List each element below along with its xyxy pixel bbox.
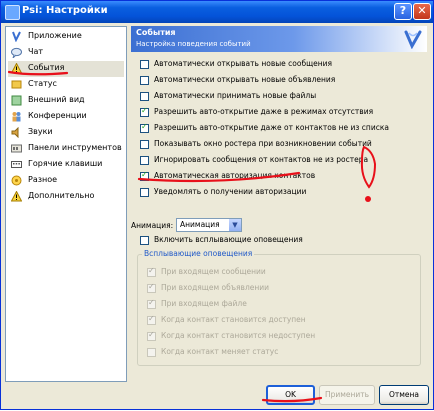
sidebar-item-appearance[interactable]: Внешний вид <box>8 93 124 109</box>
chevron-down-icon[interactable]: ▼ <box>229 219 241 231</box>
settings-window: Psi: Настройки ? ✕ Приложение Чат Событи… <box>0 0 434 410</box>
popup-option-label: При входящем файле <box>161 299 247 308</box>
sidebar-item-conferences[interactable]: Конференции <box>8 109 124 125</box>
sidebar-item-label: Разное <box>28 175 58 184</box>
psi-logo-icon <box>404 30 422 49</box>
popup-option-label: При входящем объявлении <box>161 283 270 292</box>
sidebar-item-status[interactable]: Статус <box>8 77 124 93</box>
popup-enable-label: Включить всплывающие оповещения <box>154 235 303 244</box>
conference-icon <box>12 112 21 122</box>
sidebar-item-label: Горячие клавиши <box>28 159 103 168</box>
popup-option-checkbox[interactable] <box>147 282 156 293</box>
option-checkbox[interactable] <box>140 156 149 165</box>
ok-button[interactable]: OK <box>266 385 315 405</box>
popup-group-title: Всплывающие оповещения <box>142 249 255 258</box>
sidebar-item-label: Звуки <box>28 127 53 136</box>
animation-select[interactable]: Анимация ▼ <box>176 218 242 232</box>
status-icon <box>11 80 22 89</box>
animation-label: Анимация: <box>131 221 174 230</box>
option-checkbox[interactable] <box>140 122 149 133</box>
popup-option-checkbox[interactable] <box>147 314 156 325</box>
option-label: Разрешить авто-открытие даже от контакто… <box>154 123 389 132</box>
popup-option-checkbox[interactable] <box>147 330 156 341</box>
section-subtitle: Настройка поведения событий <box>136 40 251 48</box>
psi-icon <box>12 31 21 42</box>
option-label: Игнорировать сообщения от контактов не и… <box>154 155 369 164</box>
sidebar-item-label: Статус <box>28 79 57 88</box>
section-header: События Настройка поведения событий <box>131 26 427 52</box>
advanced-icon <box>11 191 22 202</box>
popup-option-checkbox[interactable] <box>147 298 156 309</box>
popup-option-label: Когда контакт становится доступен <box>161 315 306 324</box>
option-checkbox[interactable] <box>140 92 149 101</box>
sidebar-item-label: Дополнительно <box>28 191 95 200</box>
sidebar-item-label: Конференции <box>28 111 87 120</box>
option-label: Уведомлять о получении авторизации <box>154 187 307 196</box>
popup-option-label: Когда контакт меняет статус <box>161 347 279 356</box>
sidebar-item-application[interactable]: Приложение <box>8 29 124 45</box>
option-checkbox[interactable] <box>140 106 149 117</box>
help-button[interactable]: ? <box>394 3 412 20</box>
cancel-button[interactable]: Отмена <box>379 385 429 405</box>
psi-app-icon <box>5 5 20 20</box>
option-checkbox[interactable] <box>140 60 149 69</box>
auto-authorization-checkbox[interactable] <box>140 170 149 181</box>
close-button[interactable]: ✕ <box>413 3 431 20</box>
sidebar-item-label: Приложение <box>28 31 82 40</box>
option-label: Автоматически открывать новые объявления <box>154 75 336 84</box>
hotkeys-icon <box>11 161 22 168</box>
option-label: Автоматически принимать новые файлы <box>154 91 317 100</box>
option-label: Показывать окно ростера при возникновени… <box>154 139 372 148</box>
auto-authorization-label: Автоматическая авторизация контактов <box>154 171 316 180</box>
chat-bubble-icon <box>11 47 22 58</box>
events-settings-panel: События Настройка поведения событий Авто… <box>131 26 427 382</box>
sidebar-item-advanced[interactable]: Дополнительно <box>8 189 124 205</box>
sidebar-item-chat[interactable]: Чат <box>8 45 124 61</box>
popup-enable-checkbox[interactable] <box>140 236 149 245</box>
sidebar-item-toolbars[interactable]: Панели инструментов <box>8 141 124 157</box>
section-title: События <box>136 28 176 37</box>
popup-option-label: Когда контакт становится недоступен <box>161 331 316 340</box>
sidebar-item-hotkeys[interactable]: Горячие клавиши <box>8 157 124 173</box>
sidebar-item-label: События <box>28 63 65 72</box>
apply-button[interactable]: Применить <box>319 385 375 405</box>
popup-option-checkbox[interactable] <box>147 348 156 357</box>
sidebar-item-label: Внешний вид <box>28 95 85 104</box>
popup-option-checkbox[interactable] <box>147 266 156 277</box>
sound-icon <box>11 127 19 138</box>
popup-option-label: При входящем сообщении <box>161 267 266 276</box>
window-title: Psi: Настройки <box>22 5 108 16</box>
title-bar[interactable]: Psi: Настройки ? ✕ <box>1 1 433 23</box>
option-label: Разрешить авто-открытие даже в режимах о… <box>154 107 374 116</box>
appearance-icon <box>11 95 22 106</box>
warning-icon <box>11 63 22 74</box>
option-checkbox[interactable] <box>140 76 149 85</box>
option-label: Автоматически открывать новые сообщения <box>154 59 333 68</box>
sidebar-item-misc[interactable]: Разное <box>8 173 124 189</box>
animation-select-value: Анимация <box>180 220 220 229</box>
sidebar-item-sounds[interactable]: Звуки <box>8 125 124 141</box>
sidebar-item-label: Панели инструментов <box>28 143 122 152</box>
toolbar-icon <box>11 144 22 153</box>
misc-icon <box>11 175 22 186</box>
settings-sidebar: Приложение Чат События Статус Внешний ви… <box>5 26 127 382</box>
sidebar-item-label: Чат <box>28 47 44 56</box>
sidebar-item-events[interactable]: События <box>8 61 124 77</box>
option-checkbox[interactable] <box>140 140 149 149</box>
option-checkbox[interactable] <box>140 188 149 197</box>
